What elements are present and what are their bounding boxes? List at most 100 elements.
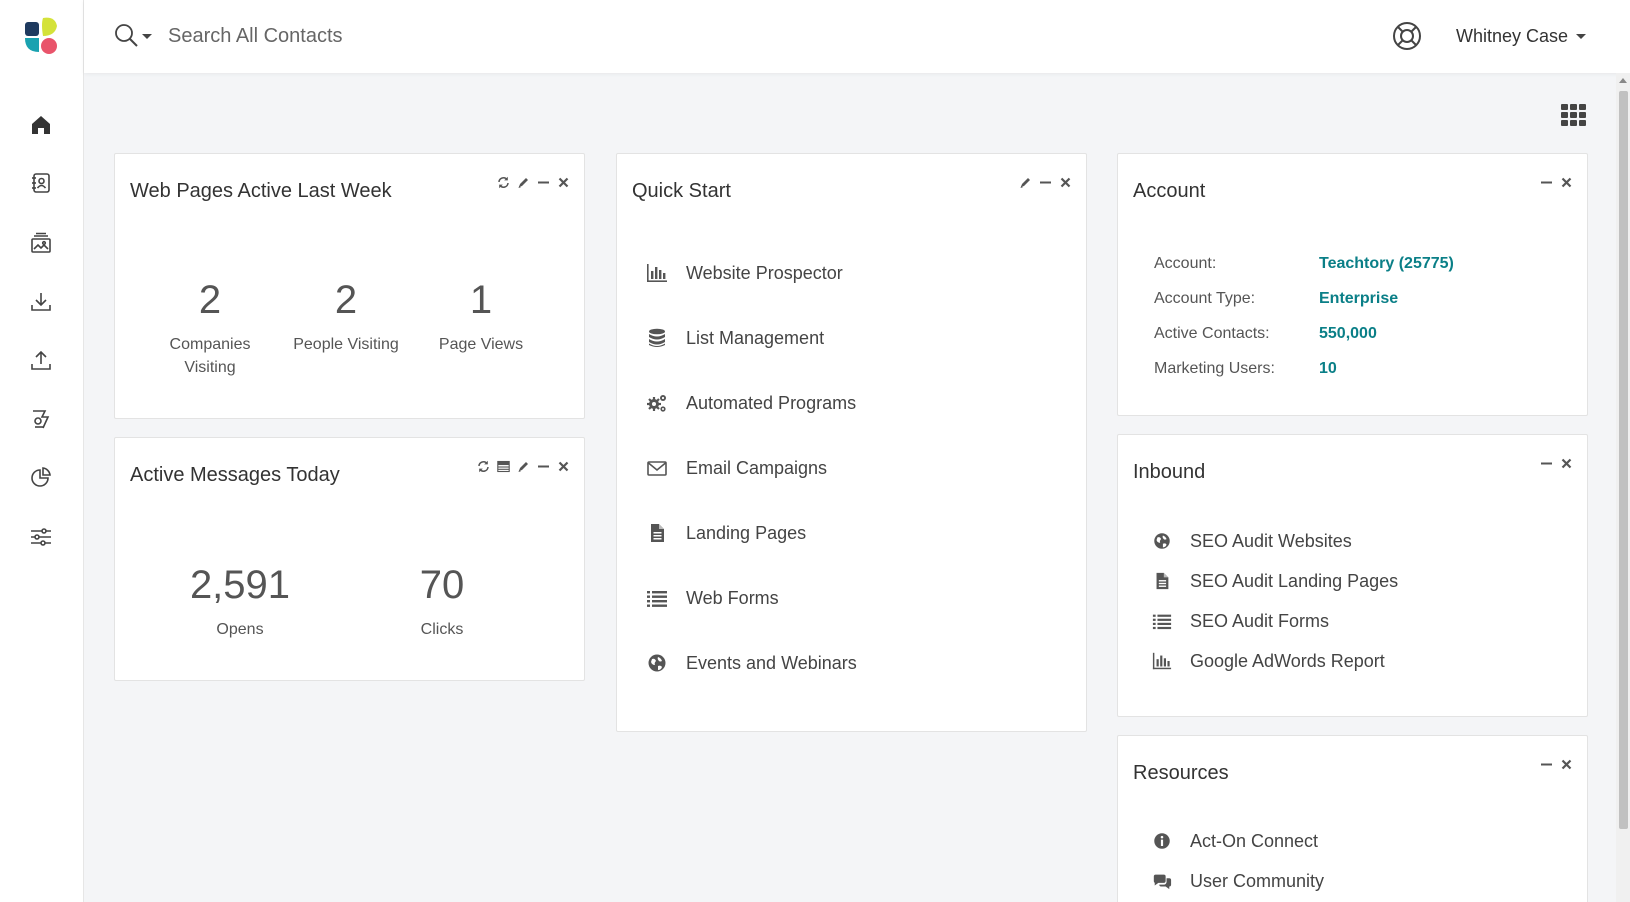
list-item-label: Landing Pages [686,522,807,543]
refresh-icon [477,460,490,473]
stat-people-visiting[interactable]: 2 People Visiting [281,278,411,356]
edit-button[interactable] [517,460,530,473]
refresh-icon [497,176,510,189]
scroll-up-icon[interactable] [1619,78,1627,83]
quick-start-web-forms[interactable]: Web Forms [645,587,779,609]
close-button[interactable] [1560,176,1573,189]
account-key: Account Type: [1154,290,1256,307]
list-item-label: SEO Audit Forms [1190,610,1330,631]
grid-icon [1561,104,1568,110]
nav-download[interactable] [26,287,56,317]
list-item-label: Web Forms [686,587,779,608]
quick-start-landing-pages[interactable]: Landing Pages [645,522,806,544]
close-icon [557,460,570,473]
refresh-button[interactable] [477,460,490,473]
close-icon [1059,176,1072,189]
list-item-label: Automated Programs [686,392,857,413]
stat-opens[interactable]: 2,591 Opens [185,563,295,641]
account-row: Account: Teachtory (25775) [1154,255,1454,273]
quick-start-automated-programs[interactable]: Automated Programs [645,392,856,414]
widget-tools [1019,176,1072,189]
minimize-button[interactable] [1540,176,1553,189]
widget-tools [1540,457,1573,470]
list-item-label: Google AdWords Report [1190,650,1385,671]
stat-label: Page Views [438,336,524,353]
inbound-seo-audit-websites[interactable]: SEO Audit Websites [1150,530,1352,552]
stat-value: 70 [419,563,465,607]
minimize-button[interactable] [537,460,550,473]
stat-label: Clicks [420,621,464,638]
minus-icon [1540,457,1553,470]
list-item-label: Email Campaigns [686,457,828,478]
account-row: Account Type: Enterprise [1154,290,1398,308]
brand-logo[interactable] [23,16,59,56]
page-scrollbar[interactable] [1616,73,1630,902]
account-value: 550,000 [1319,325,1377,342]
user-menu[interactable]: Whitney Case [1456,22,1587,50]
list-icon [646,588,668,608]
list-item-label: List Management [686,327,825,348]
nav-home[interactable] [26,110,56,140]
close-icon [1560,176,1573,189]
scrollbar-thumb[interactable] [1619,91,1628,829]
inbound-google-adwords-report[interactable]: Google AdWords Report [1150,650,1385,672]
stat-label: Opens [216,621,264,638]
widget-title: Inbound [1133,461,1206,483]
minus-icon [1540,176,1553,189]
nav-settings[interactable] [26,522,56,552]
minus-icon [537,176,550,189]
layout-grid-button[interactable] [1561,104,1587,126]
inbound-seo-audit-landing-pages[interactable]: SEO Audit Landing Pages [1150,570,1398,592]
widget-title: Active Messages Today [130,464,340,486]
nav-contacts[interactable] [26,168,56,198]
top-bar: Whitney Case [84,0,1630,73]
upload-icon [31,350,51,370]
home-icon [32,116,50,134]
quick-start-website-prospector[interactable]: Website Prospector [645,262,843,284]
nav-reports[interactable] [26,463,56,493]
close-button[interactable] [1560,758,1573,771]
minimize-button[interactable] [1540,457,1553,470]
quick-start-events-webinars[interactable]: Events and Webinars [645,652,857,674]
close-button[interactable] [1560,457,1573,470]
account-value[interactable]: Teachtory (25775) [1319,255,1454,273]
list-item-label: Act-On Connect [1190,830,1319,851]
quick-start-email-campaigns[interactable]: Email Campaigns [645,457,827,479]
edit-button[interactable] [517,176,530,189]
minimize-button[interactable] [1039,176,1052,189]
list-item-label: SEO Audit Websites [1190,530,1352,551]
table-view-button[interactable] [497,460,510,473]
help-button[interactable] [1391,20,1423,52]
close-button[interactable] [1059,176,1072,189]
gears-icon [646,393,668,413]
edit-button[interactable] [1019,176,1032,189]
stat-companies-visiting[interactable]: 2 Companies Visiting [160,278,260,379]
resource-act-on-connect[interactable]: Act-On Connect [1150,830,1318,852]
nav-media[interactable] [26,228,56,258]
close-icon [557,176,570,189]
search-options-button[interactable] [114,22,154,50]
inbound-seo-audit-forms[interactable]: SEO Audit Forms [1150,610,1329,632]
globe-icon [1152,531,1172,551]
stat-clicks[interactable]: 70 Clicks [392,563,492,641]
list-item-label: Events and Webinars [686,652,857,673]
widget-title: Account [1133,180,1206,202]
account-row: Active Contacts: 550,000 [1154,325,1377,343]
minimize-button[interactable] [1540,758,1553,771]
resource-user-community[interactable]: User Community [1150,870,1324,892]
stat-page-views[interactable]: 1 Page Views [421,278,541,356]
nav-automation[interactable] [26,404,56,434]
close-button[interactable] [557,460,570,473]
document-icon [646,523,668,543]
refresh-button[interactable] [497,176,510,189]
search-input[interactable] [168,18,688,54]
list-icon [1152,611,1172,631]
chevron-down-icon [142,33,152,39]
minimize-button[interactable] [537,176,550,189]
widget-title: Resources [1133,762,1229,784]
stat-value: 1 [469,278,493,322]
pencil-icon [517,460,530,473]
close-button[interactable] [557,176,570,189]
quick-start-list-management[interactable]: List Management [645,327,824,349]
nav-upload[interactable] [26,346,56,376]
